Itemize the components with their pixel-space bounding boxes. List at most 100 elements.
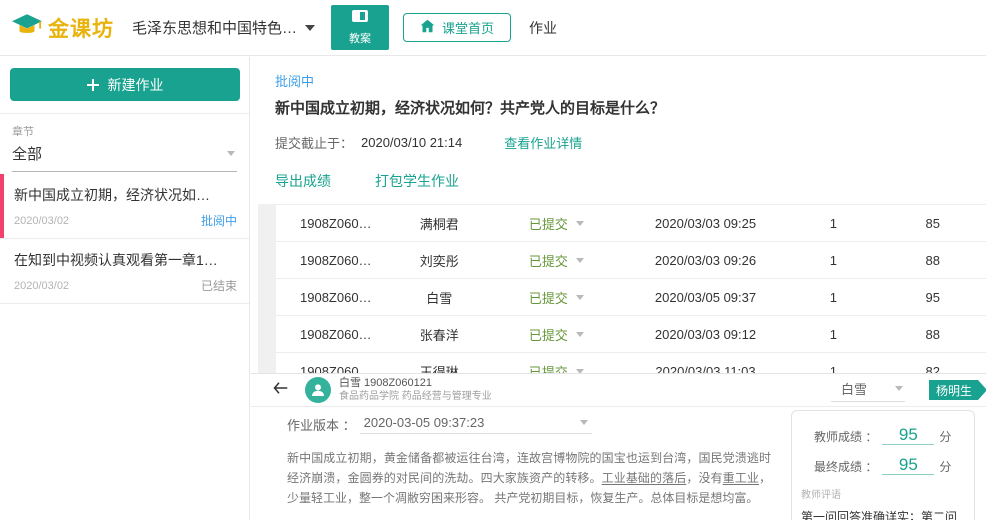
actions-row: 导出成绩 打包学生作业 bbox=[275, 171, 986, 191]
answer-underlined-segment: 重工业 bbox=[723, 471, 759, 485]
answer-column: 作业版本 ： 2020-03-05 09:37:23 新中国成立初期，黄金储备都… bbox=[251, 407, 791, 520]
submission-count-cell: 1 bbox=[787, 327, 879, 342]
assignment-item-date: 2020/03/02 bbox=[14, 215, 69, 227]
teacher-ribbon-button[interactable]: 杨明生 bbox=[929, 380, 986, 400]
version-label: 作业版本 ： bbox=[287, 415, 356, 434]
student-detail-panel: 白雪 1908Z060121 食品药品学院 药品经营与管理专业 白雪 杨明生 作… bbox=[251, 373, 986, 520]
student-name-cell: 满桐君 bbox=[390, 214, 489, 233]
chapter-label: 章节 bbox=[12, 123, 237, 139]
student-name-cell: 白雪 bbox=[390, 288, 489, 307]
score-cell: 88 bbox=[879, 327, 986, 342]
score-cell: 82 bbox=[879, 364, 986, 374]
student-id-cell: 1908Z060… bbox=[276, 216, 390, 231]
assignment-item-meta: 2020/03/02 已结束 bbox=[14, 277, 237, 294]
table-scrollbar-track[interactable] bbox=[258, 204, 276, 373]
student-detail-header: 白雪 1908Z060121 食品药品学院 药品经营与管理专业 白雪 杨明生 bbox=[251, 374, 986, 407]
submission-row[interactable]: 1908Z060… 王得琳 已提交 2020/03/03 11:03 1 82 bbox=[276, 353, 986, 373]
deadline-row: 提交截止于： 2020/03/10 21:14 查看作业详情 bbox=[275, 133, 986, 152]
logo-text: 金课坊 bbox=[48, 13, 114, 43]
score-unit: 分 bbox=[939, 458, 951, 475]
submission-count-cell: 1 bbox=[787, 216, 879, 231]
submission-row[interactable]: 1908Z060… 刘奕彤 已提交 2020/03/03 09:26 1 88 bbox=[276, 242, 986, 279]
view-assignment-detail-link[interactable]: 查看作业详情 bbox=[504, 133, 582, 152]
assignment-item-title: 在知到中视频认真观看第一章1… bbox=[14, 250, 237, 270]
student-id-cell: 1908Z060… bbox=[276, 327, 390, 342]
submission-row[interactable]: 1908Z060… 白雪 已提交 2020/03/05 09:37 1 95 bbox=[276, 279, 986, 316]
chapter-select[interactable]: 全部 bbox=[12, 139, 237, 172]
document-icon bbox=[351, 9, 369, 28]
classroom-home-label: 课堂首页 bbox=[442, 18, 494, 37]
assignment-list: 新中国成立初期，经济状况如… 2020/03/02 批阅中 在知到中视频认真观看… bbox=[0, 174, 249, 304]
submission-count-cell: 1 bbox=[787, 290, 879, 305]
version-select-value: 2020-03-05 09:37:23 bbox=[364, 415, 485, 430]
plus-icon bbox=[87, 79, 99, 91]
nav-homework[interactable]: 作业 bbox=[529, 18, 557, 38]
assignment-list-item[interactable]: 新中国成立初期，经济状况如… 2020/03/02 批阅中 bbox=[0, 174, 249, 239]
score-cell: 88 bbox=[879, 253, 986, 268]
teacher-score-row: 教师成绩 ： 95 分 bbox=[814, 426, 965, 445]
assignment-list-item[interactable]: 在知到中视频认真观看第一章1… 2020/03/02 已结束 bbox=[0, 239, 249, 304]
student-detail-body: 作业版本 ： 2020-03-05 09:37:23 新中国成立初期，黄金储备都… bbox=[251, 407, 986, 520]
submission-status-dropdown[interactable]: 已提交 bbox=[489, 288, 624, 307]
export-scores-link[interactable]: 导出成绩 bbox=[275, 171, 331, 191]
student-id-cell: 1908Z060… bbox=[276, 290, 390, 305]
back-button[interactable] bbox=[271, 380, 290, 400]
submission-row[interactable]: 1908Z060… 满桐君 已提交 2020/03/03 09:25 1 85 bbox=[276, 205, 986, 242]
student-college: 食品药品学院 药品经营与管理专业 bbox=[339, 391, 492, 404]
student-name-cell: 张春洋 bbox=[390, 325, 489, 344]
classroom-home-button[interactable]: 课堂首页 bbox=[403, 13, 511, 42]
submission-status-dropdown[interactable]: 已提交 bbox=[489, 214, 624, 233]
submission-status-label: 已提交 bbox=[529, 214, 568, 233]
answer-underlined-segment: 工业基础的落后 bbox=[602, 471, 687, 485]
chevron-down-icon bbox=[305, 25, 315, 31]
chevron-down-icon bbox=[576, 258, 584, 263]
assignment-item-status: 已结束 bbox=[201, 277, 237, 294]
logo[interactable]: 金课坊 bbox=[12, 13, 114, 43]
course-select[interactable]: 毛泽东思想和中国特色… bbox=[132, 17, 315, 38]
student-avatar bbox=[305, 377, 331, 403]
assignment-item-date: 2020/03/02 bbox=[14, 280, 69, 292]
chapter-select-value: 全部 bbox=[12, 143, 42, 164]
final-score-label: 最终成绩 ： bbox=[814, 458, 877, 475]
chapter-filter: 章节 全部 bbox=[0, 114, 249, 172]
submission-time-cell: 2020/03/03 09:25 bbox=[624, 216, 787, 231]
grading-card: 教师成绩 ： 95 分 最终成绩 ： 95 分 教师评语 第一问回答准确详实；第… bbox=[791, 410, 975, 520]
new-assignment-button[interactable]: 新建作业 bbox=[10, 68, 240, 101]
final-score-row: 最终成绩 ： 95 分 bbox=[814, 456, 965, 475]
submission-row[interactable]: 1908Z060… 张春洋 已提交 2020/03/03 09:12 1 88 bbox=[276, 316, 986, 353]
assignment-title: 新中国成立初期，经济状况如何？共产党人的目标是什么？ bbox=[275, 97, 986, 118]
student-select-value: 白雪 bbox=[841, 379, 867, 398]
student-select[interactable]: 白雪 bbox=[831, 379, 905, 402]
package-homework-link[interactable]: 打包学生作业 bbox=[375, 171, 459, 191]
submission-status-dropdown[interactable]: 已提交 bbox=[489, 251, 624, 270]
chevron-down-icon bbox=[576, 221, 584, 226]
student-answer-text: 新中国成立初期，黄金储备都被运往台湾，连故宫博物院的国宝也运到台湾，国民党溃逃时… bbox=[287, 449, 771, 508]
final-score-input[interactable]: 95 bbox=[882, 456, 934, 475]
table-rows: 1908Z060… 满桐君 已提交 2020/03/03 09:25 1 85 … bbox=[276, 204, 986, 373]
assignment-header: 批阅中 新中国成立初期，经济状况如何？共产党人的目标是什么？ 提交截止于： 20… bbox=[251, 57, 986, 191]
student-name-cell: 刘奕彤 bbox=[390, 251, 489, 270]
teacher-comment-label: 教师评语 bbox=[801, 486, 965, 501]
assignment-status-badge: 批阅中 bbox=[275, 71, 986, 90]
new-assignment-label: 新建作业 bbox=[108, 75, 164, 95]
submission-time-cell: 2020/03/03 09:12 bbox=[624, 327, 787, 342]
submission-status-label: 已提交 bbox=[529, 251, 568, 270]
tab-teaching-plan[interactable]: 教案 bbox=[331, 5, 389, 50]
submission-status-dropdown[interactable]: 已提交 bbox=[489, 362, 624, 374]
chevron-down-icon bbox=[580, 420, 588, 425]
submission-status-dropdown[interactable]: 已提交 bbox=[489, 325, 624, 344]
version-select[interactable]: 2020-03-05 09:37:23 bbox=[360, 415, 592, 434]
chevron-down-icon bbox=[576, 295, 584, 300]
teacher-score-input[interactable]: 95 bbox=[882, 426, 934, 445]
teacher-score-label: 教师成绩 ： bbox=[814, 428, 877, 445]
student-submissions-table: 1908Z060… 满桐君 已提交 2020/03/03 09:25 1 85 … bbox=[251, 204, 986, 373]
student-id-cell: 1908Z060… bbox=[276, 253, 390, 268]
deadline-value: 2020/03/10 21:14 bbox=[361, 135, 462, 150]
submission-time-cell: 2020/03/05 09:37 bbox=[624, 290, 787, 305]
submission-count-cell: 1 bbox=[787, 364, 879, 374]
student-id-cell: 1908Z060… bbox=[276, 364, 390, 374]
student-name-cell: 王得琳 bbox=[390, 362, 489, 374]
course-title: 毛泽东思想和中国特色… bbox=[132, 17, 297, 38]
answer-segment: ，没有 bbox=[686, 471, 722, 485]
score-unit: 分 bbox=[939, 428, 951, 445]
